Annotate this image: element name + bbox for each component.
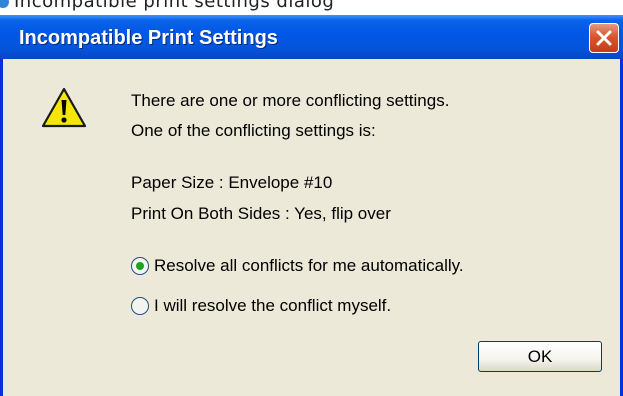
close-button[interactable] [589,23,619,53]
incompatible-print-settings-dialog: Incompatible Print Settings There are on… [0,15,623,396]
radio-label: I will resolve the conflict myself. [154,296,392,315]
warning-icon [41,87,87,128]
conflict-setting-paper-size: Paper Size : Envelope #10 [131,173,333,192]
bullet-icon [0,0,9,8]
page: Incompatible print settings dialog Incom… [0,0,623,396]
dialog-title: Incompatible Print Settings [19,27,278,49]
radio-label: Resolve all conflicts for me automatical… [154,256,464,275]
radio-button-checked[interactable] [131,257,149,275]
background-text: Incompatible print settings dialog [14,0,335,12]
close-icon [596,30,612,46]
conflict-setting-both-sides: Print On Both Sides : Yes, flip over [131,204,391,223]
radio-button[interactable] [131,297,149,315]
background-text-strip: Incompatible print settings dialog [0,0,623,16]
ok-button[interactable]: OK [478,341,602,372]
title-bar[interactable]: Incompatible Print Settings [0,15,623,59]
message-line-2: One of the conflicting settings is: [131,121,376,140]
message-line-1: There are one or more conflicting settin… [131,91,450,110]
